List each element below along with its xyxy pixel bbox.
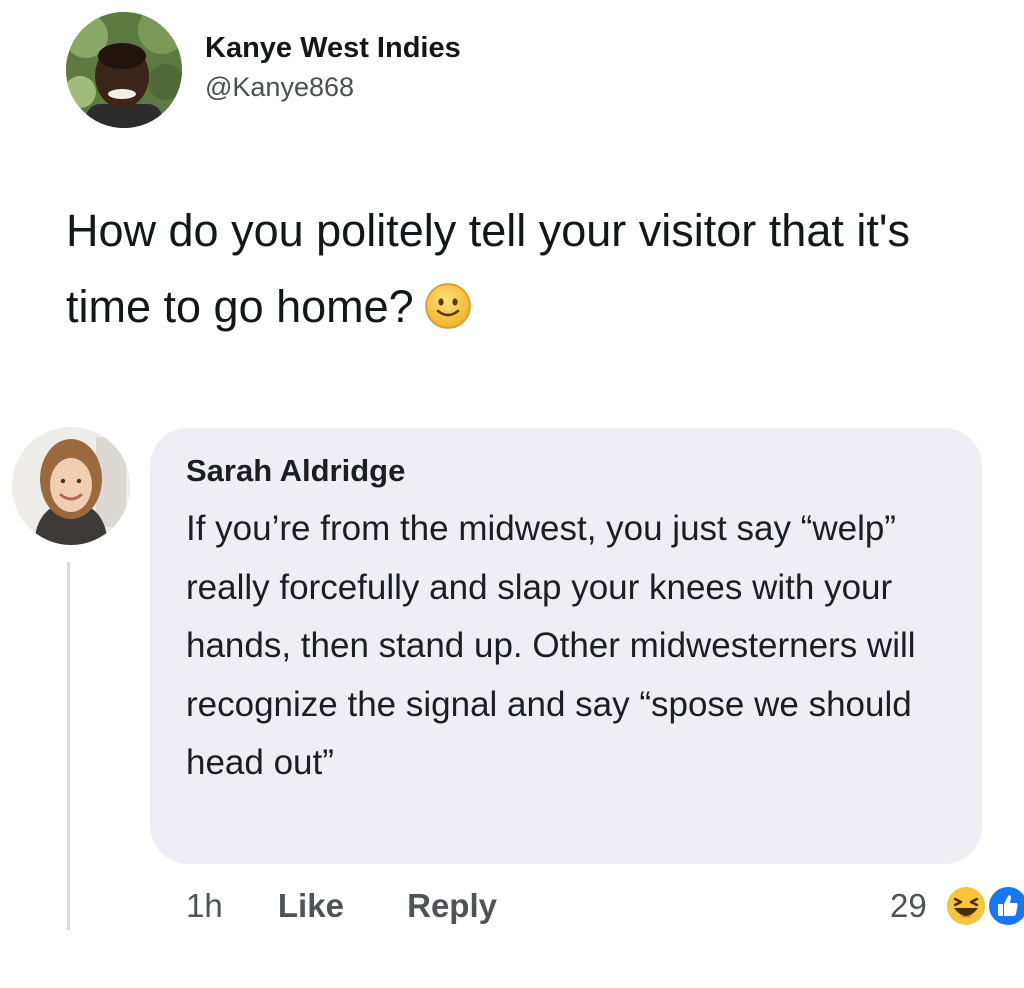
like-icon — [986, 884, 1024, 933]
tweet-author-name[interactable]: Kanye West Indies — [205, 30, 461, 66]
reaction-count: 29 — [890, 887, 927, 924]
tweet-author-avatar[interactable] — [66, 12, 182, 128]
slightly-smiling-face-icon — [424, 277, 472, 353]
tweet-text-content: How do you politely tell your visitor th… — [66, 205, 910, 332]
comment-bubble: Sarah Aldridge If you’re from the midwes… — [150, 428, 982, 864]
haha-icon — [944, 884, 988, 933]
comment-actions: 1h Like Reply — [186, 884, 497, 928]
thread-line — [67, 562, 70, 930]
like-button[interactable]: Like — [278, 884, 344, 928]
reply-button[interactable]: Reply — [407, 884, 497, 928]
comment-author-avatar[interactable] — [12, 427, 130, 545]
comment-text: If you’re from the midwest, you just say… — [186, 509, 916, 782]
tweet-author: Kanye West Indies @Kanye868 — [205, 30, 461, 104]
tweet-author-handle[interactable]: @Kanye868 — [205, 70, 461, 104]
comment-author-name[interactable]: Sarah Aldridge — [186, 450, 946, 492]
reactions-summary[interactable]: 29 — [890, 882, 1024, 930]
tweet-text: How do you politely tell your visitor th… — [66, 193, 1006, 353]
comment-timestamp[interactable]: 1h — [186, 884, 223, 928]
